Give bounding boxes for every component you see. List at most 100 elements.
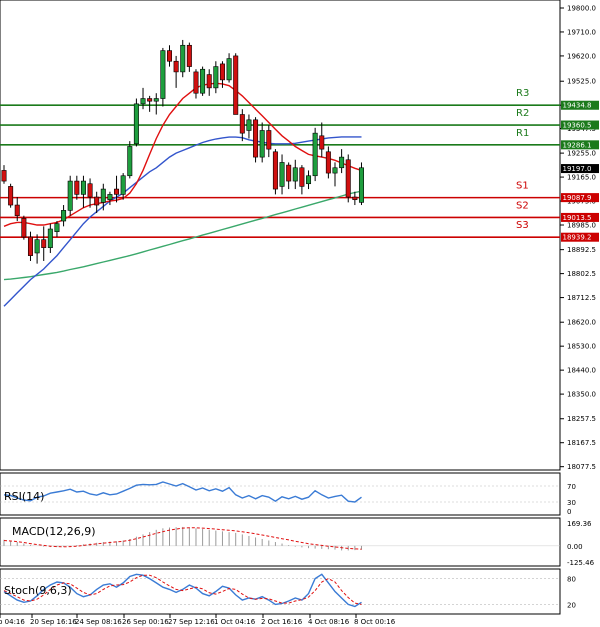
candle-body <box>27 236 33 256</box>
current-price-label: 19197.0 <box>563 165 592 173</box>
price-tick-label: 18892.5 <box>567 246 596 254</box>
candle-body <box>219 63 225 81</box>
candle-body <box>206 74 212 89</box>
candle-body <box>14 204 20 216</box>
price-tick-label: 18985.0 <box>567 222 596 230</box>
time-tick-label: 27 Sep 12:16 <box>168 618 215 626</box>
rsi-pane-frame <box>0 472 561 516</box>
candle-body <box>94 196 100 206</box>
candle-body <box>67 180 73 211</box>
candle-body <box>193 71 199 94</box>
rsi-label: RSI(14) <box>4 490 44 503</box>
candle-body <box>80 180 86 195</box>
price-tick-label: 19525.0 <box>567 78 596 86</box>
candle-body <box>47 228 53 248</box>
price-tick-label: 18620.0 <box>567 319 596 327</box>
time-tick-label: p 04:16 <box>0 618 25 626</box>
candle-body <box>200 68 206 94</box>
price-tick-label: 18530.0 <box>567 343 596 351</box>
time-tick-label: 26 Sep 00:16 <box>122 618 169 626</box>
candle-body <box>186 44 192 67</box>
stoch-tick-label: 20 <box>567 601 576 609</box>
price-labels: 19434.8 19360.5 19286.1 19087.9 19013.5 18939… <box>561 100 599 242</box>
macd-label: MACD(12,26,9) <box>12 525 96 538</box>
candle-body <box>292 167 298 182</box>
stoch-label: Stoch(9,6,3) <box>4 584 72 597</box>
candle-body <box>167 50 173 62</box>
level-price-label: 19087.9 <box>563 194 592 202</box>
candle-body <box>140 98 146 105</box>
level-price-label: 19360.5 <box>563 122 592 130</box>
macd-tick-label: -125.46 <box>567 559 595 567</box>
level-name: R2 <box>516 108 529 119</box>
candle-body <box>246 119 252 131</box>
candle-body <box>358 167 364 203</box>
candle-body <box>54 223 60 232</box>
time-tick-label: 2 Oct 16:16 <box>261 618 303 626</box>
candle-body <box>352 196 358 201</box>
level-name: S1 <box>516 181 529 192</box>
time-tick-label: 4 Oct 08:16 <box>308 618 350 626</box>
candle-body <box>286 164 292 182</box>
candle-body <box>239 114 245 134</box>
price-tick-label: 18077.5 <box>567 463 596 471</box>
time-tick-label: 20 Sep 16:16 <box>30 618 77 626</box>
candle-body <box>74 180 80 195</box>
stoch-tick-label: 80 <box>567 576 576 584</box>
candle-body <box>153 98 159 102</box>
time-tick-label: 24 Sep 08:16 <box>75 618 122 626</box>
candle-body <box>127 146 133 177</box>
price-tick-label: 19165.0 <box>567 174 596 182</box>
level-price-label: 19013.5 <box>563 214 592 222</box>
level-price-label: 19434.8 <box>563 102 592 110</box>
candle-body <box>34 239 40 254</box>
candle-body <box>259 130 265 158</box>
candle-body <box>87 183 93 198</box>
candle-body <box>180 44 186 73</box>
price-tick-label: 19710.0 <box>567 28 596 36</box>
candle-body <box>133 103 139 145</box>
candle-body <box>325 151 331 174</box>
level-name: R1 <box>516 128 529 139</box>
level-name: S3 <box>516 220 529 231</box>
candle-body <box>312 132 318 177</box>
candle-body <box>279 162 285 187</box>
candle-body <box>160 50 166 99</box>
price-tick-label: 19800.0 <box>567 4 596 12</box>
time-tick-label: 1 Oct 04:16 <box>214 618 256 626</box>
candle-body <box>306 175 312 185</box>
candle-body <box>345 159 351 198</box>
candle-body <box>272 151 278 190</box>
candle-body <box>8 186 14 206</box>
rsi-tick-label: 30 <box>567 499 576 507</box>
candle-body <box>100 188 106 203</box>
price-tick-label: 18350.0 <box>567 391 596 399</box>
price-tick-label: 18712.5 <box>567 294 596 302</box>
time-tick-label: 8 Oct 00:16 <box>354 618 396 626</box>
candle-body <box>147 98 153 102</box>
candle-body <box>339 156 345 169</box>
candle-body <box>107 194 113 201</box>
candle-body <box>253 119 259 158</box>
price-tick-label: 18440.0 <box>567 367 596 375</box>
level-name: S2 <box>516 200 529 211</box>
time-axis: p 04:16 20 Sep 16:1624 Sep 08:16 26 Sep 00… <box>0 614 396 626</box>
level-price-label: 18939.2 <box>563 234 592 242</box>
price-tick-label: 18802.5 <box>567 270 596 278</box>
candle-body <box>226 58 232 81</box>
candle-body <box>213 66 219 89</box>
macd-tick-label: 0.00 <box>567 543 583 551</box>
price-tick-label: 18167.5 <box>567 439 596 447</box>
candle-body <box>299 167 305 187</box>
price-tick-label: 18257.5 <box>567 415 596 423</box>
candle-body <box>332 167 338 174</box>
candle-body <box>319 135 325 150</box>
rsi-tick-label: 0 <box>567 508 571 516</box>
rsi-tick-label: 70 <box>567 483 576 491</box>
price-tick-label: 19620.0 <box>567 52 596 60</box>
trading-chart: 19800.019710.019620.019525.019435.019347… <box>0 0 599 626</box>
main-pane-frame <box>0 0 561 471</box>
candle-body <box>41 239 47 248</box>
level-price-label: 19286.1 <box>563 141 592 149</box>
macd-tick-label: 169.36 <box>567 520 592 528</box>
